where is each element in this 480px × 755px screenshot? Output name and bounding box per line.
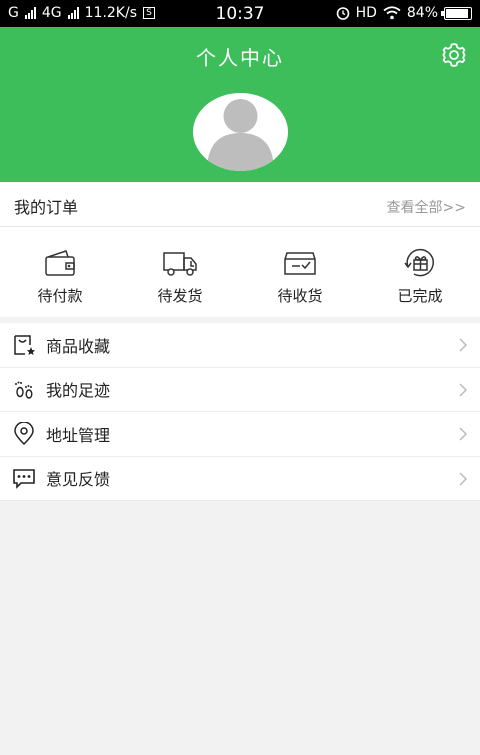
order-completed[interactable]: 已完成 [360, 227, 480, 317]
menu-item-label: 地址管理 [46, 425, 111, 445]
menu-item-label: 意见反馈 [46, 470, 111, 490]
menu-item-label: 我的足迹 [46, 381, 111, 401]
truck-icon [163, 252, 197, 276]
order-pending-payment[interactable]: 待付款 [0, 227, 120, 317]
order-status-label: 已完成 [397, 287, 443, 305]
hd-indicator: HD [355, 5, 377, 21]
avatar[interactable] [193, 93, 288, 171]
menu-item-label: 商品收藏 [46, 336, 111, 356]
menu-item-address[interactable]: 地址管理 [0, 412, 480, 457]
wifi-icon [383, 6, 401, 20]
profile-header: 个人中心 [0, 27, 480, 182]
orders-header: 我的订单 查看全部>> [0, 182, 480, 227]
menu-item-footprints[interactable]: 我的足迹 [0, 368, 480, 412]
chevron-right-icon [459, 471, 468, 486]
wallet-icon [45, 250, 75, 276]
bag-star-icon [14, 335, 35, 355]
view-all-orders-link[interactable]: 查看全部>> [387, 197, 466, 217]
order-status-row: 待付款 待发货 待收货 已完成 [0, 227, 480, 317]
orders-title: 我的订单 [14, 198, 79, 217]
inbox-check-icon [284, 252, 316, 275]
page-title: 个人中心 [196, 46, 284, 70]
order-status-label: 待收货 [277, 287, 323, 305]
menu-item-feedback[interactable]: 意见反馈 [0, 457, 480, 501]
footprints-icon [15, 381, 33, 399]
default-avatar-icon [207, 99, 274, 171]
order-status-label: 待付款 [37, 287, 83, 305]
chevron-right-icon [459, 382, 468, 397]
gift-refresh-icon [404, 248, 434, 277]
battery-icon [441, 6, 472, 20]
chevron-right-icon [459, 338, 468, 352]
chat-bubble-icon [13, 469, 35, 490]
menu-item-favorites[interactable]: 商品收藏 [0, 323, 480, 368]
profile-menu: 商品收藏 我的足迹 地址管理 意见反馈 [0, 323, 480, 501]
gear-icon[interactable] [440, 41, 468, 69]
order-status-label: 待发货 [157, 287, 203, 305]
alarm-icon [336, 7, 349, 20]
location-pin-icon [14, 421, 34, 445]
status-bar: G 4G 11.2K/s S 10:37 HD 84% [0, 0, 480, 27]
order-pending-shipment[interactable]: 待发货 [120, 227, 240, 317]
battery-percent: 84% [406, 5, 438, 21]
chevron-right-icon [459, 427, 468, 441]
status-right: HD 84% [336, 5, 472, 21]
order-pending-receipt[interactable]: 待收货 [240, 227, 360, 317]
